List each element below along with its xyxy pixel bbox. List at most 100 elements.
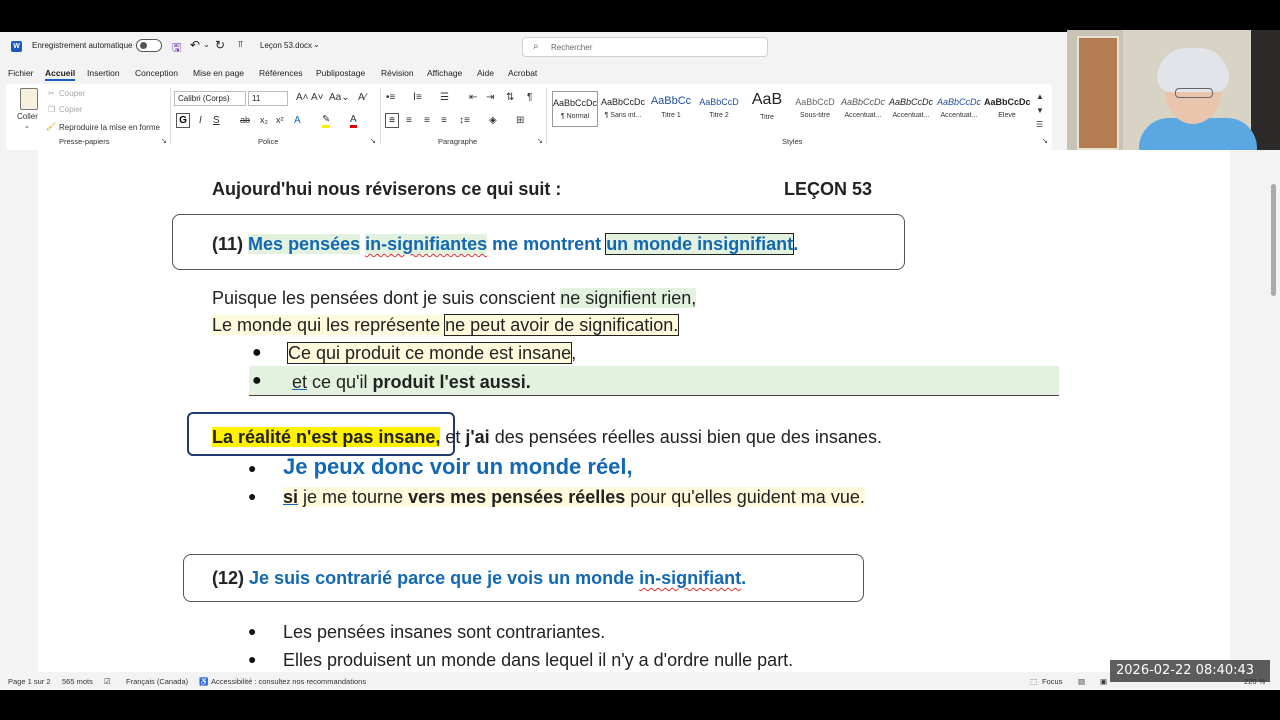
line-spacing-icon[interactable]: ↕≡	[459, 115, 470, 126]
autosave-toggle[interactable]	[136, 39, 162, 52]
shrink-font-icon[interactable]: A˅	[311, 92, 324, 103]
bullet-icon: ●	[248, 651, 257, 667]
style-strong[interactable]: AaBbCcDc Élevé	[984, 91, 1030, 127]
tab-conception[interactable]: Conception	[135, 68, 178, 78]
tab-mise-en-page[interactable]: Mise en page	[193, 68, 244, 78]
tab-references[interactable]: Références	[259, 68, 302, 78]
paragraph-launcher-icon[interactable]: ↘	[537, 137, 543, 145]
webcam-door	[1077, 36, 1119, 150]
multilevel-list-icon[interactable]: ☰	[440, 92, 449, 103]
align-center-icon[interactable]: ≡	[406, 115, 412, 126]
style-heading-1[interactable]: AaBbCc Titre 1	[648, 91, 694, 127]
proofing-icon[interactable]: ☑	[104, 677, 111, 686]
show-formatting-icon[interactable]: ¶	[527, 92, 532, 103]
style-title[interactable]: AaB Titre	[744, 91, 790, 127]
clipboard-launcher-icon[interactable]: ↘	[161, 137, 167, 145]
tab-fichier[interactable]: Fichier	[8, 68, 34, 78]
superscript-icon[interactable]: x²	[276, 115, 284, 125]
customize-toolbar-icon[interactable]: ⫪	[238, 39, 243, 50]
language-indicator[interactable]: Français (Canada)	[126, 677, 188, 686]
highlight-color-icon[interactable]: ✎	[322, 115, 331, 128]
undo-dropdown-icon[interactable]: ⌄	[203, 40, 210, 49]
paste-icon[interactable]	[20, 88, 38, 110]
text-run: et	[292, 372, 308, 392]
styles-scroll-up-icon[interactable]: ▲	[1036, 92, 1044, 101]
style-heading-2[interactable]: AaBbCcD Titre 2	[696, 91, 742, 127]
tab-aide[interactable]: Aide	[477, 68, 494, 78]
styles-more-icon[interactable]: ☰	[1036, 120, 1043, 129]
borders-icon[interactable]: ⊞	[516, 115, 524, 126]
undo-icon[interactable]: ↶	[190, 38, 200, 52]
style-subtitle[interactable]: AaBbCcD Sous-titre	[792, 91, 838, 127]
tab-revision[interactable]: Révision	[381, 68, 414, 78]
italic-icon[interactable]: I	[199, 115, 202, 126]
font-name-combo[interactable]: Calibri (Corps)	[174, 91, 246, 106]
save-icon[interactable]: 🖫	[172, 39, 181, 58]
timestamp-overlay: 2026-02-22 08:40:43	[1110, 660, 1270, 682]
text-effects-icon[interactable]: A	[294, 115, 301, 126]
format-painter-button[interactable]: Reproduire la mise en forme	[59, 123, 160, 132]
review-text: in-signifiantes	[365, 234, 488, 254]
bullets-icon[interactable]: •≡	[386, 92, 395, 103]
document-filename[interactable]: Leçon 53.docx	[260, 41, 312, 50]
tab-publipostage[interactable]: Publipostage	[316, 68, 365, 78]
accessibility-icon: ♿	[199, 677, 209, 686]
tab-affichage[interactable]: Affichage	[427, 68, 462, 78]
strikethrough-icon[interactable]: ab	[240, 115, 250, 125]
paste-dropdown-icon[interactable]: ⌄	[24, 122, 30, 130]
filename-chevron-icon[interactable]: ⌄	[313, 40, 320, 49]
text-run: des pensées réelles aussi bien que des i…	[489, 427, 882, 447]
font-launcher-icon[interactable]: ↘	[370, 137, 376, 145]
document-page[interactable]: Aujourd'hui nous réviserons ce qui suit …	[38, 150, 1230, 672]
style-normal[interactable]: AaBbCcDc ¶ Normal	[552, 91, 598, 127]
font-color-icon[interactable]: A	[350, 115, 357, 128]
group-label-paragraph: Paragraphe	[438, 137, 478, 146]
text-run: La réalité n'est pas insane,	[212, 427, 441, 447]
clear-formatting-icon[interactable]: A∕	[358, 92, 366, 103]
style-name: Élevé	[998, 112, 1016, 119]
style-preview: AaBbCc	[650, 95, 692, 107]
font-size-combo[interactable]: 11	[248, 91, 288, 106]
status-bar: Page 1 sur 2 565 mots ☑ Français (Canada…	[0, 674, 1280, 690]
styles-launcher-icon[interactable]: ↘	[1042, 137, 1048, 145]
review-text: Mes pensées	[248, 234, 361, 254]
underline-icon[interactable]: S	[213, 115, 220, 126]
copy-button[interactable]: Copier	[59, 105, 83, 114]
align-right-icon[interactable]: ≡	[424, 115, 430, 126]
increase-indent-icon[interactable]: ⇥	[486, 92, 494, 103]
sort-icon[interactable]: ⇅	[506, 92, 514, 103]
justify-icon[interactable]: ≡	[441, 115, 447, 126]
text-run: ce qu'il	[307, 372, 373, 392]
accessibility-status[interactable]: Accessibilité : consultez nos recommanda…	[211, 677, 366, 686]
read-mode-icon[interactable]: ▤	[1078, 677, 1085, 686]
redo-icon[interactable]: ↻	[215, 38, 225, 52]
cut-icon: ✂	[48, 89, 55, 98]
paste-button[interactable]: Coller	[17, 112, 38, 121]
tab-accueil[interactable]: Accueil	[45, 68, 76, 81]
text-run: Puisque les pensées dont je suis conscie…	[212, 288, 561, 308]
tab-acrobat[interactable]: Acrobat	[508, 68, 537, 78]
style-no-spacing[interactable]: AaBbCcDc ¶ Sans int...	[600, 91, 646, 127]
numbering-icon[interactable]: Ⅰ≡	[413, 92, 422, 103]
scrollbar-thumb[interactable]	[1271, 184, 1276, 296]
grow-font-icon[interactable]: A˄	[296, 92, 309, 103]
style-emphasis-subtle[interactable]: AaBbCcDc Accentuat...	[840, 91, 886, 127]
change-case-icon[interactable]: Aa⌄	[329, 92, 350, 103]
page-count[interactable]: Page 1 sur 2	[8, 677, 51, 686]
search-box[interactable]: ⌕ Rechercher	[522, 37, 768, 57]
focus-button[interactable]: Focus	[1042, 677, 1062, 686]
shading-icon[interactable]: ◈	[489, 115, 497, 126]
print-layout-icon[interactable]: ▣	[1100, 677, 1107, 686]
cut-button[interactable]: Couper	[59, 89, 85, 98]
bold-icon[interactable]: G	[176, 113, 190, 128]
style-name: Titre 1	[661, 112, 681, 119]
style-emphasis-intense[interactable]: AaBbCcDc Accentuat...	[936, 91, 982, 127]
decrease-indent-icon[interactable]: ⇤	[469, 92, 477, 103]
align-left-icon[interactable]: ≡	[385, 113, 399, 128]
styles-scroll-down-icon[interactable]: ▼	[1036, 106, 1044, 115]
subscript-icon[interactable]: x₂	[260, 115, 268, 125]
style-name: ¶ Normal	[560, 113, 590, 120]
style-emphasis[interactable]: AaBbCcDc Accentuat...	[888, 91, 934, 127]
word-count[interactable]: 565 mots	[62, 677, 93, 686]
tab-insertion[interactable]: Insertion	[87, 68, 120, 78]
